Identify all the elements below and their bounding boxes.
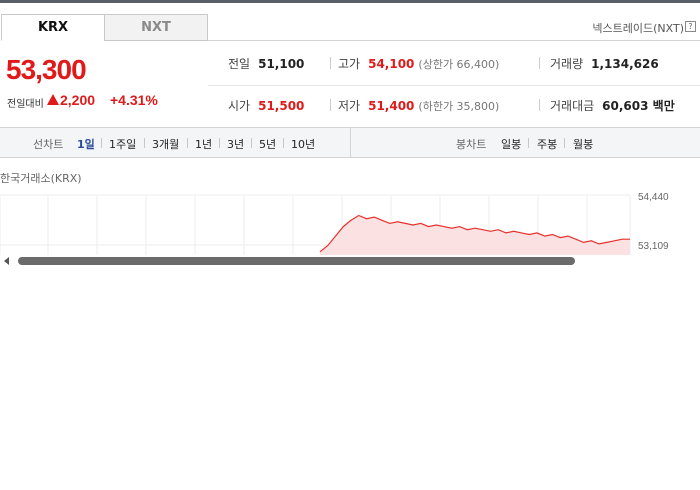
controls-divider [350,128,351,157]
nxt-link[interactable]: 넥스트레이드(NXT) [592,20,684,36]
stats-divider [208,85,700,86]
help-icon[interactable]: ? [685,21,696,32]
divider [251,138,252,148]
divider [564,138,565,148]
stat-high: 고가 54,100 (상한가 66,400) [338,55,499,72]
period-3y[interactable]: 3년 [227,136,244,152]
y-tick-label: 53,109 [638,241,669,252]
stat-low: 저가 51,400 (하한가 35,800) [338,97,499,114]
divider [283,138,284,148]
period-3m[interactable]: 3개월 [152,136,179,152]
stat-amount: 거래대금 60,603 백만 [550,97,675,114]
price-chart: 54,440 53,109 [0,192,669,255]
tab-underline [208,40,700,41]
chart-controls: 선차트 1일 1주일 3개월 1년 3년 5년 10년 봉차트 일봉 주봉 월봉 [0,127,700,158]
stat-value: 51,400 [368,99,415,113]
stat-sub: (상한가 66,400) [418,58,500,71]
divider [187,138,188,148]
candle-weekly[interactable]: 주봉 [537,136,557,152]
divider [539,99,540,111]
y-tick-label: 54,440 [638,192,669,203]
period-1d[interactable]: 1일 [77,136,95,152]
up-triangle-icon [47,94,59,105]
divider [144,138,145,148]
stat-label: 시가 [228,99,251,113]
divider [539,57,540,69]
stat-value: 51,100 [258,57,305,71]
horizontal-scrollbar[interactable] [0,255,700,267]
stat-label: 전일 [228,57,251,71]
period-5y[interactable]: 5년 [259,136,276,152]
stat-value: 1,134,626 [591,57,659,71]
stat-prev-close: 전일 51,100 [228,55,304,72]
stat-label: 저가 [338,99,361,113]
stat-volume: 거래량 1,134,626 [550,55,659,72]
divider [528,138,529,148]
divider [330,57,331,69]
stat-value: 51,500 [258,99,305,113]
chart-area-fill [320,215,630,255]
period-1y[interactable]: 1년 [195,136,212,152]
divider [330,99,331,111]
divider [101,138,102,148]
divider [219,138,220,148]
candle-daily[interactable]: 일봉 [501,136,521,152]
candle-chart-label: 봉차트 [456,138,487,151]
candle-monthly[interactable]: 월봉 [573,136,593,152]
current-price: 53,300 [6,54,87,85]
chart-title: 한국거래소(KRX) [0,172,82,185]
stat-label: 거래대금 [550,99,595,113]
tab-nxt[interactable]: NXT [104,14,208,41]
stat-value: 54,100 [368,57,415,71]
left-arrow-icon[interactable] [4,257,9,265]
tab-krx[interactable]: KRX [1,14,105,41]
stat-value: 60,603 백만 [602,99,675,113]
scrollbar-thumb[interactable] [18,257,575,265]
stat-label: 고가 [338,57,361,71]
period-10y[interactable]: 10년 [291,136,315,152]
change-label: 전일대비 [7,99,44,110]
stat-open: 시가 51,500 [228,97,304,114]
top-border [0,0,700,3]
change-percent: +4.31% [110,92,158,108]
period-1w[interactable]: 1주일 [109,136,136,152]
change-value: 2,200 [60,92,96,108]
stat-label: 거래량 [550,57,584,71]
stat-sub: (하한가 35,800) [418,100,500,113]
line-chart-label: 선차트 [33,138,64,151]
